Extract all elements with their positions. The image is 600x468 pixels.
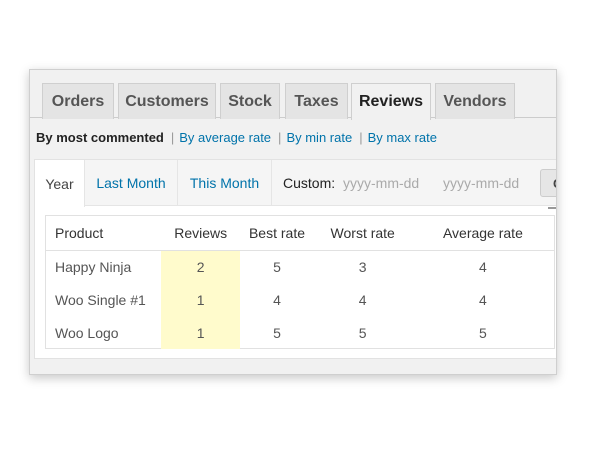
product-cell: Woo Logo: [55, 324, 119, 341]
reviews-cell: 1: [160, 316, 241, 349]
column-header-reviews[interactable]: Reviews: [160, 216, 241, 251]
sort-by-min-rate-link[interactable]: By min rate: [286, 130, 352, 145]
worst-rate-cell: 3: [358, 258, 367, 275]
sort-links: By most commented | By average rate | By…: [36, 130, 437, 145]
best-rate-cell: 4: [273, 291, 281, 308]
column-header-worst-rate[interactable]: Worst rate: [313, 216, 412, 251]
best-rate-cell: 5: [273, 324, 281, 341]
date-range-bar: Year Last Month This Month Custom: G: [35, 160, 556, 207]
average-rate-cell: 4: [479, 291, 487, 308]
worst-rate-cell: 5: [358, 324, 367, 341]
worst-rate-cell: 4: [358, 291, 367, 308]
average-rate-cell: 5: [479, 324, 487, 341]
product-cell: Happy Ninja: [55, 258, 132, 275]
column-header-best-rate[interactable]: Best rate: [240, 216, 314, 251]
best-rate-cell: 5: [273, 258, 281, 275]
start-date-input[interactable]: [339, 170, 435, 196]
scroll-indicator: [548, 207, 556, 209]
tab-reviews[interactable]: Reviews: [351, 83, 431, 120]
go-button[interactable]: G: [540, 169, 556, 197]
sort-by-average-rate-link[interactable]: By average rate: [179, 130, 271, 145]
range-this-month[interactable]: This Month: [178, 160, 272, 206]
tab-stock[interactable]: Stock: [220, 83, 280, 119]
average-rate-cell: 4: [479, 258, 487, 275]
table-header-row: Product Reviews Best rate Worst rate Ave…: [46, 216, 554, 251]
separator: |: [170, 130, 175, 145]
end-date-input[interactable]: [439, 170, 535, 196]
range-last-month[interactable]: Last Month: [85, 160, 178, 206]
range-year[interactable]: Year: [35, 160, 85, 207]
column-header-average-rate[interactable]: Average rate: [411, 216, 554, 251]
tab-orders[interactable]: Orders: [42, 83, 114, 119]
table-row: Happy Ninja 2 5 3 4: [46, 250, 554, 283]
reports-window: Orders Customers Stock Taxes Reviews Ven…: [29, 69, 557, 375]
reviews-table: Product Reviews Best rate Worst rate Ave…: [46, 216, 554, 349]
sort-current: By most commented: [36, 130, 164, 145]
tab-customers[interactable]: Customers: [118, 83, 216, 119]
custom-range-label: Custom:: [283, 175, 336, 191]
column-header-product[interactable]: Product: [46, 216, 161, 251]
reviews-cell: 1: [160, 283, 241, 316]
separator: |: [278, 130, 282, 145]
reviews-cell: 2: [160, 250, 241, 283]
product-cell: Woo Single #1: [55, 291, 146, 308]
tab-taxes[interactable]: Taxes: [285, 83, 348, 119]
table-row: Woo Logo 1 5 5 5: [46, 316, 554, 349]
report-tabs: Orders Customers Stock Taxes Reviews Ven…: [30, 70, 556, 120]
tab-vendors[interactable]: Vendors: [435, 83, 515, 119]
report-panel: Year Last Month This Month Custom: G Pro…: [34, 159, 556, 359]
sort-by-max-rate-link[interactable]: By max rate: [368, 130, 437, 145]
reviews-table-container: Product Reviews Best rate Worst rate Ave…: [45, 215, 555, 349]
table-row: Woo Single #1 1 4 4 4: [46, 283, 554, 316]
separator: |: [359, 130, 363, 145]
